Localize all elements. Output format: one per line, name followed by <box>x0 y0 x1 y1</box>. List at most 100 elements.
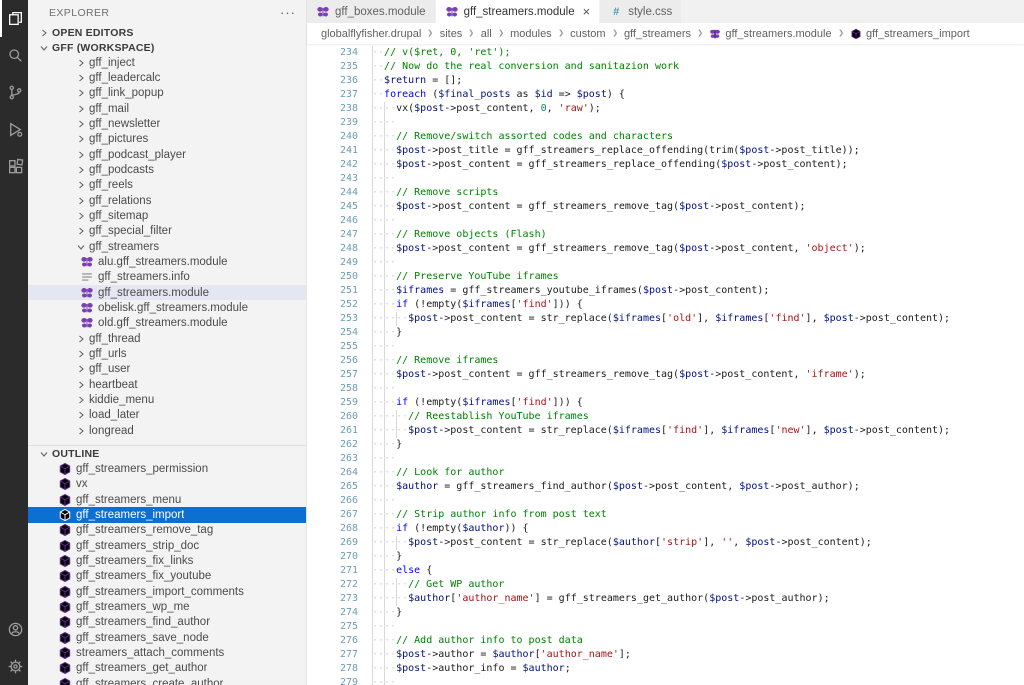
breadcrumb-item-gff_streamers[interactable]: gff_streamers <box>624 28 691 40</box>
search-icon[interactable] <box>0 37 28 74</box>
tree-item-gff_mail[interactable]: gff_mail <box>28 101 306 116</box>
code-line[interactable]: 238····vx($post->post_content, 0, 'raw')… <box>307 102 1024 116</box>
tree-item-gff_pictures[interactable]: gff_pictures <box>28 132 306 147</box>
breadcrumb-item-all[interactable]: all <box>481 28 492 40</box>
outline-item-gff_streamers_find_author[interactable]: gff_streamers_find_author <box>28 615 306 630</box>
outline-item-vx[interactable]: vx <box>28 477 306 492</box>
code-line[interactable]: 235··// Now do the real conversion and s… <box>307 60 1024 74</box>
tree-item-gff_thread[interactable]: gff_thread <box>28 331 306 346</box>
outline-item-gff_streamers_strip_doc[interactable]: gff_streamers_strip_doc <box>28 538 306 553</box>
source-control-icon[interactable] <box>0 74 28 111</box>
code-line[interactable]: 246···· <box>307 214 1024 228</box>
tree-item-gff_special_filter[interactable]: gff_special_filter <box>28 224 306 239</box>
more-actions-button[interactable]: ··· <box>280 5 296 20</box>
code-line[interactable]: 267····// Strip author info from post te… <box>307 508 1024 522</box>
code-editor[interactable]: 234··// v($ret, 0, 'ret');235··// Now do… <box>307 44 1024 685</box>
section-outline[interactable]: OUTLINE <box>28 446 306 461</box>
code-line[interactable]: 236··$return = []; <box>307 74 1024 88</box>
tab-style.css[interactable]: #style.css <box>600 0 681 23</box>
outline-item-gff_streamers_fix_links[interactable]: gff_streamers_fix_links <box>28 553 306 568</box>
code-line[interactable]: 269······$post->post_content = str_repla… <box>307 536 1024 550</box>
code-line[interactable]: 250····// Preserve YouTube iframes <box>307 270 1024 284</box>
code-line[interactable]: 266···· <box>307 494 1024 508</box>
code-line[interactable]: 264····// Look for author <box>307 466 1024 480</box>
breadcrumb-item-gff_streamers.module[interactable]: gff_streamers.module <box>709 28 831 40</box>
code-line[interactable]: 262····} <box>307 438 1024 452</box>
outline-item-gff_streamers_import[interactable]: gff_streamers_import <box>28 507 306 522</box>
code-line[interactable]: 253······$post->post_content = str_repla… <box>307 312 1024 326</box>
tree-item-obelisk.gff_streamers.module[interactable]: obelisk.gff_streamers.module <box>28 300 306 315</box>
tree-item-gff_podcast_player[interactable]: gff_podcast_player <box>28 147 306 162</box>
code-line[interactable]: 242····$post->post_content = gff_streame… <box>307 158 1024 172</box>
tree-item-gff_inject[interactable]: gff_inject <box>28 55 306 70</box>
code-line[interactable]: 249···· <box>307 256 1024 270</box>
code-line[interactable]: 261······$post->post_content = str_repla… <box>307 424 1024 438</box>
outline-item-gff_streamers_save_node[interactable]: gff_streamers_save_node <box>28 630 306 645</box>
code-line[interactable]: 271····else { <box>307 564 1024 578</box>
outline-item-gff_streamers_get_author[interactable]: gff_streamers_get_author <box>28 661 306 676</box>
code-line[interactable]: 278····$post->author_info = $author; <box>307 662 1024 676</box>
code-line[interactable]: 268····if (!empty($author)) { <box>307 522 1024 536</box>
settings-icon[interactable] <box>0 648 28 685</box>
code-line[interactable]: 256····// Remove iframes <box>307 354 1024 368</box>
tree-item-gff_podcasts[interactable]: gff_podcasts <box>28 162 306 177</box>
code-line[interactable]: 241····$post->post_title = gff_streamers… <box>307 144 1024 158</box>
outline-item-gff_streamers_menu[interactable]: gff_streamers_menu <box>28 492 306 507</box>
tree-item-gff_link_popup[interactable]: gff_link_popup <box>28 86 306 101</box>
code-line[interactable]: 260······// Reestablish YouTube iframes <box>307 410 1024 424</box>
breadcrumb-item-modules[interactable]: modules <box>510 28 552 40</box>
code-line[interactable]: 265····$author = gff_streamers_find_auth… <box>307 480 1024 494</box>
code-line[interactable]: 255···· <box>307 340 1024 354</box>
tree-item-gff_streamers.info[interactable]: gff_streamers.info <box>28 270 306 285</box>
code-line[interactable]: 259····if (!empty($iframes['find'])) { <box>307 396 1024 410</box>
breadcrumb-item-globalflyfisher.drupal[interactable]: globalflyfisher.drupal <box>321 28 421 40</box>
tree-item-kiddie_menu[interactable]: kiddie_menu <box>28 392 306 407</box>
code-line[interactable]: 251····$iframes = gff_streamers_youtube_… <box>307 284 1024 298</box>
outline-item-gff_streamers_wp_me[interactable]: gff_streamers_wp_me <box>28 599 306 614</box>
code-line[interactable]: 234··// v($ret, 0, 'ret'); <box>307 46 1024 60</box>
tree-item-heartbeat[interactable]: heartbeat <box>28 377 306 392</box>
tree-item-gff_leadercalc[interactable]: gff_leadercalc <box>28 70 306 85</box>
outline-item-gff_streamers_fix_youtube[interactable]: gff_streamers_fix_youtube <box>28 569 306 584</box>
code-line[interactable]: 258···· <box>307 382 1024 396</box>
code-line[interactable]: 276····// Add author info to post data <box>307 634 1024 648</box>
tree-item-gff_reels[interactable]: gff_reels <box>28 178 306 193</box>
breadcrumb-item-custom[interactable]: custom <box>570 28 605 40</box>
code-line[interactable]: 279···· <box>307 676 1024 685</box>
tree-item-gff_streamers[interactable]: gff_streamers <box>28 239 306 254</box>
code-line[interactable]: 270····} <box>307 550 1024 564</box>
tree-item-gff_streamers.module[interactable]: gff_streamers.module <box>28 285 306 300</box>
tree-item-alu.gff_streamers.module[interactable]: alu.gff_streamers.module <box>28 254 306 269</box>
tree-item-load_later[interactable]: load_later <box>28 408 306 423</box>
code-line[interactable]: 274····} <box>307 606 1024 620</box>
code-line[interactable]: 247····// Remove objects (Flash) <box>307 228 1024 242</box>
close-icon[interactable]: × <box>583 5 591 18</box>
code-line[interactable]: 245····$post->post_content = gff_streame… <box>307 200 1024 214</box>
code-line[interactable]: 277····$post->author = $author['author_n… <box>307 648 1024 662</box>
code-line[interactable]: 252····if (!empty($iframes['find'])) { <box>307 298 1024 312</box>
tab-gff_boxes.module[interactable]: gff_boxes.module <box>307 0 435 23</box>
code-line[interactable]: 248····$post->post_content = gff_streame… <box>307 242 1024 256</box>
section-workspace[interactable]: GFF (WORKSPACE) <box>28 40 306 55</box>
tree-item-longread[interactable]: longread <box>28 423 306 438</box>
code-line[interactable]: 237··foreach ($final_posts as $id => $po… <box>307 88 1024 102</box>
code-line[interactable]: 243···· <box>307 172 1024 186</box>
code-line[interactable]: 244····// Remove scripts <box>307 186 1024 200</box>
code-line[interactable]: 254····} <box>307 326 1024 340</box>
tree-item-gff_newsletter[interactable]: gff_newsletter <box>28 116 306 131</box>
code-line[interactable]: 263···· <box>307 452 1024 466</box>
account-icon[interactable] <box>0 611 28 648</box>
tree-item-gff_urls[interactable]: gff_urls <box>28 346 306 361</box>
tree-item-gff_sitemap[interactable]: gff_sitemap <box>28 208 306 223</box>
tree-item-gff_user[interactable]: gff_user <box>28 362 306 377</box>
tree-item-gff_relations[interactable]: gff_relations <box>28 193 306 208</box>
section-open-editors[interactable]: OPEN EDITORS <box>28 25 306 40</box>
code-line[interactable]: 257····$post->post_content = gff_streame… <box>307 368 1024 382</box>
tab-gff_streamers.module[interactable]: gff_streamers.module× <box>436 0 600 23</box>
explorer-icon[interactable] <box>0 0 28 37</box>
code-line[interactable]: 275···· <box>307 620 1024 634</box>
breadcrumb-item-gff_streamers_import[interactable]: gff_streamers_import <box>850 28 970 40</box>
code-line[interactable]: 273······$author['author_name'] = gff_st… <box>307 592 1024 606</box>
outline-item-gff_streamers_import_comments[interactable]: gff_streamers_import_comments <box>28 584 306 599</box>
outline-item-streamers_attach_comments[interactable]: streamers_attach_comments <box>28 645 306 660</box>
